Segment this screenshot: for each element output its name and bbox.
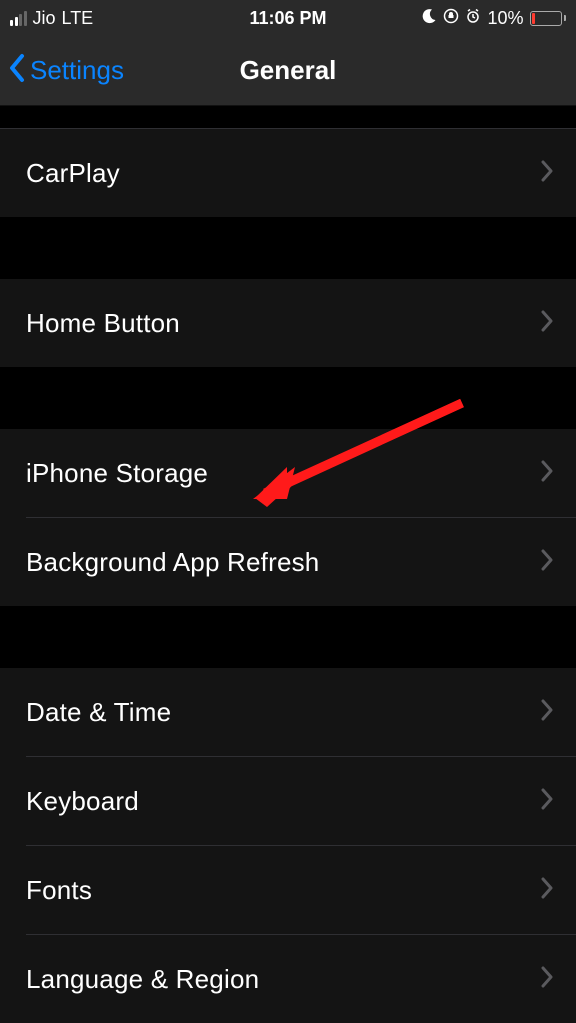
row-label: iPhone Storage [26,458,208,489]
cellular-signal-icon [10,11,27,26]
row-background-app-refresh[interactable]: Background App Refresh [0,518,576,606]
row-label: Home Button [26,308,180,339]
battery-icon [530,11,567,26]
page-title: General [240,55,337,86]
chevron-right-icon [540,699,554,726]
clock-label: 11:06 PM [249,8,326,29]
back-label: Settings [30,55,124,86]
settings-list: CarPlay Home Button iPhone Storage Backg… [0,106,576,1023]
row-label: Language & Region [26,964,259,995]
battery-pct-label: 10% [487,8,523,29]
orientation-lock-icon [443,8,459,29]
row-language-region[interactable]: Language & Region [0,935,576,1023]
chevron-right-icon [540,160,554,187]
chevron-left-icon [8,53,26,88]
row-keyboard[interactable]: Keyboard [0,757,576,845]
status-bar: Jio LTE 11:06 PM 10% [0,0,576,36]
row-label: CarPlay [26,158,120,189]
navigation-bar: Settings General [0,36,576,106]
alarm-icon [465,8,481,29]
carrier-label: Jio [33,8,56,29]
row-label: Fonts [26,875,92,906]
chevron-right-icon [540,460,554,487]
row-label: Keyboard [26,786,139,817]
chevron-right-icon [540,788,554,815]
row-label: Date & Time [26,697,171,728]
chevron-right-icon [540,310,554,337]
chevron-right-icon [540,549,554,576]
chevron-right-icon [540,877,554,904]
row-iphone-storage[interactable]: iPhone Storage [0,429,576,517]
network-label: LTE [62,8,94,29]
chevron-right-icon [540,966,554,993]
back-button[interactable]: Settings [8,53,124,88]
row-home-button[interactable]: Home Button [0,279,576,367]
moon-icon [421,8,437,29]
row-label: Background App Refresh [26,547,319,578]
row-date-time[interactable]: Date & Time [0,668,576,756]
row-fonts[interactable]: Fonts [0,846,576,934]
row-carplay[interactable]: CarPlay [0,129,576,217]
